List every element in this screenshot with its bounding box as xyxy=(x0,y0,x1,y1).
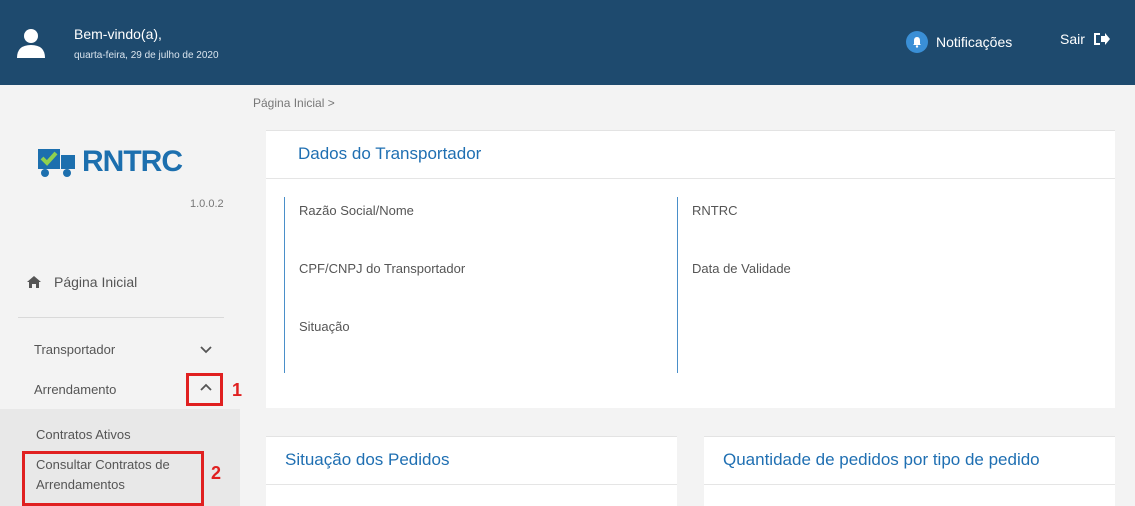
bell-icon xyxy=(906,31,928,53)
chevron-down-icon[interactable] xyxy=(199,344,213,354)
field-rntrc: RNTRC xyxy=(692,203,738,218)
sign-out-icon xyxy=(1093,33,1110,45)
sidebar-item-arrendamento[interactable]: Arrendamento xyxy=(34,382,116,397)
app-version: 1.0.0.2 xyxy=(190,198,224,210)
card-divider xyxy=(266,178,1115,179)
sidebar-divider xyxy=(18,317,224,318)
truck-check-logo-icon xyxy=(38,149,75,177)
logo-text: RNTRC xyxy=(82,145,183,178)
card-divider xyxy=(704,484,1115,485)
sidebar: RNTRC 1.0.0.2 Página Inicial Transportad… xyxy=(0,85,243,506)
sidebar-item-transportador[interactable]: Transportador xyxy=(34,342,115,357)
notifications-label: Notificações xyxy=(936,34,1013,50)
field-razao-social: Razão Social/Nome xyxy=(299,203,414,218)
sidebar-item-label: Página Inicial xyxy=(54,274,138,290)
right-column-rule xyxy=(677,197,678,373)
welcome-text: Bem-vindo(a), xyxy=(74,26,162,42)
highlight-box-1 xyxy=(186,373,223,406)
current-date: quarta-feira, 29 de julho de 2020 xyxy=(74,50,219,61)
top-bar: Bem-vindo(a), quarta-feira, 29 de julho … xyxy=(0,0,1135,85)
highlight-box-2 xyxy=(22,451,204,506)
field-situacao: Situação xyxy=(299,319,350,334)
card-title: Dados do Transportador xyxy=(298,144,482,163)
transporter-data-card: Dados do Transportador Razão Social/Nome… xyxy=(266,130,1115,408)
card-divider xyxy=(266,484,677,485)
sidebar-item-home[interactable]: Página Inicial xyxy=(26,274,137,290)
logout-button[interactable]: Sair xyxy=(1060,31,1111,47)
user-avatar-icon xyxy=(17,29,45,58)
logout-label: Sair xyxy=(1060,31,1085,47)
rntrc-logo: RNTRC xyxy=(36,145,183,179)
notifications-button[interactable]: Notificações xyxy=(906,31,1012,53)
home-icon xyxy=(27,276,41,288)
annotation-number-1: 1 xyxy=(232,380,243,400)
annotation-number-2: 2 xyxy=(211,463,222,483)
submenu-item-contratos-ativos[interactable]: Contratos Ativos xyxy=(36,425,131,445)
orders-status-card: Situação dos Pedidos xyxy=(266,436,677,506)
orders-by-type-card: Quantidade de pedidos por tipo de pedido xyxy=(704,436,1115,506)
card-title: Quantidade de pedidos por tipo de pedido xyxy=(723,450,1040,469)
field-data-validade: Data de Validade xyxy=(692,261,791,276)
card-title: Situação dos Pedidos xyxy=(285,450,450,469)
field-cpf-cnpj: CPF/CNPJ do Transportador xyxy=(299,261,466,276)
breadcrumb[interactable]: Página Inicial > xyxy=(253,96,335,110)
left-column-rule xyxy=(284,197,285,373)
